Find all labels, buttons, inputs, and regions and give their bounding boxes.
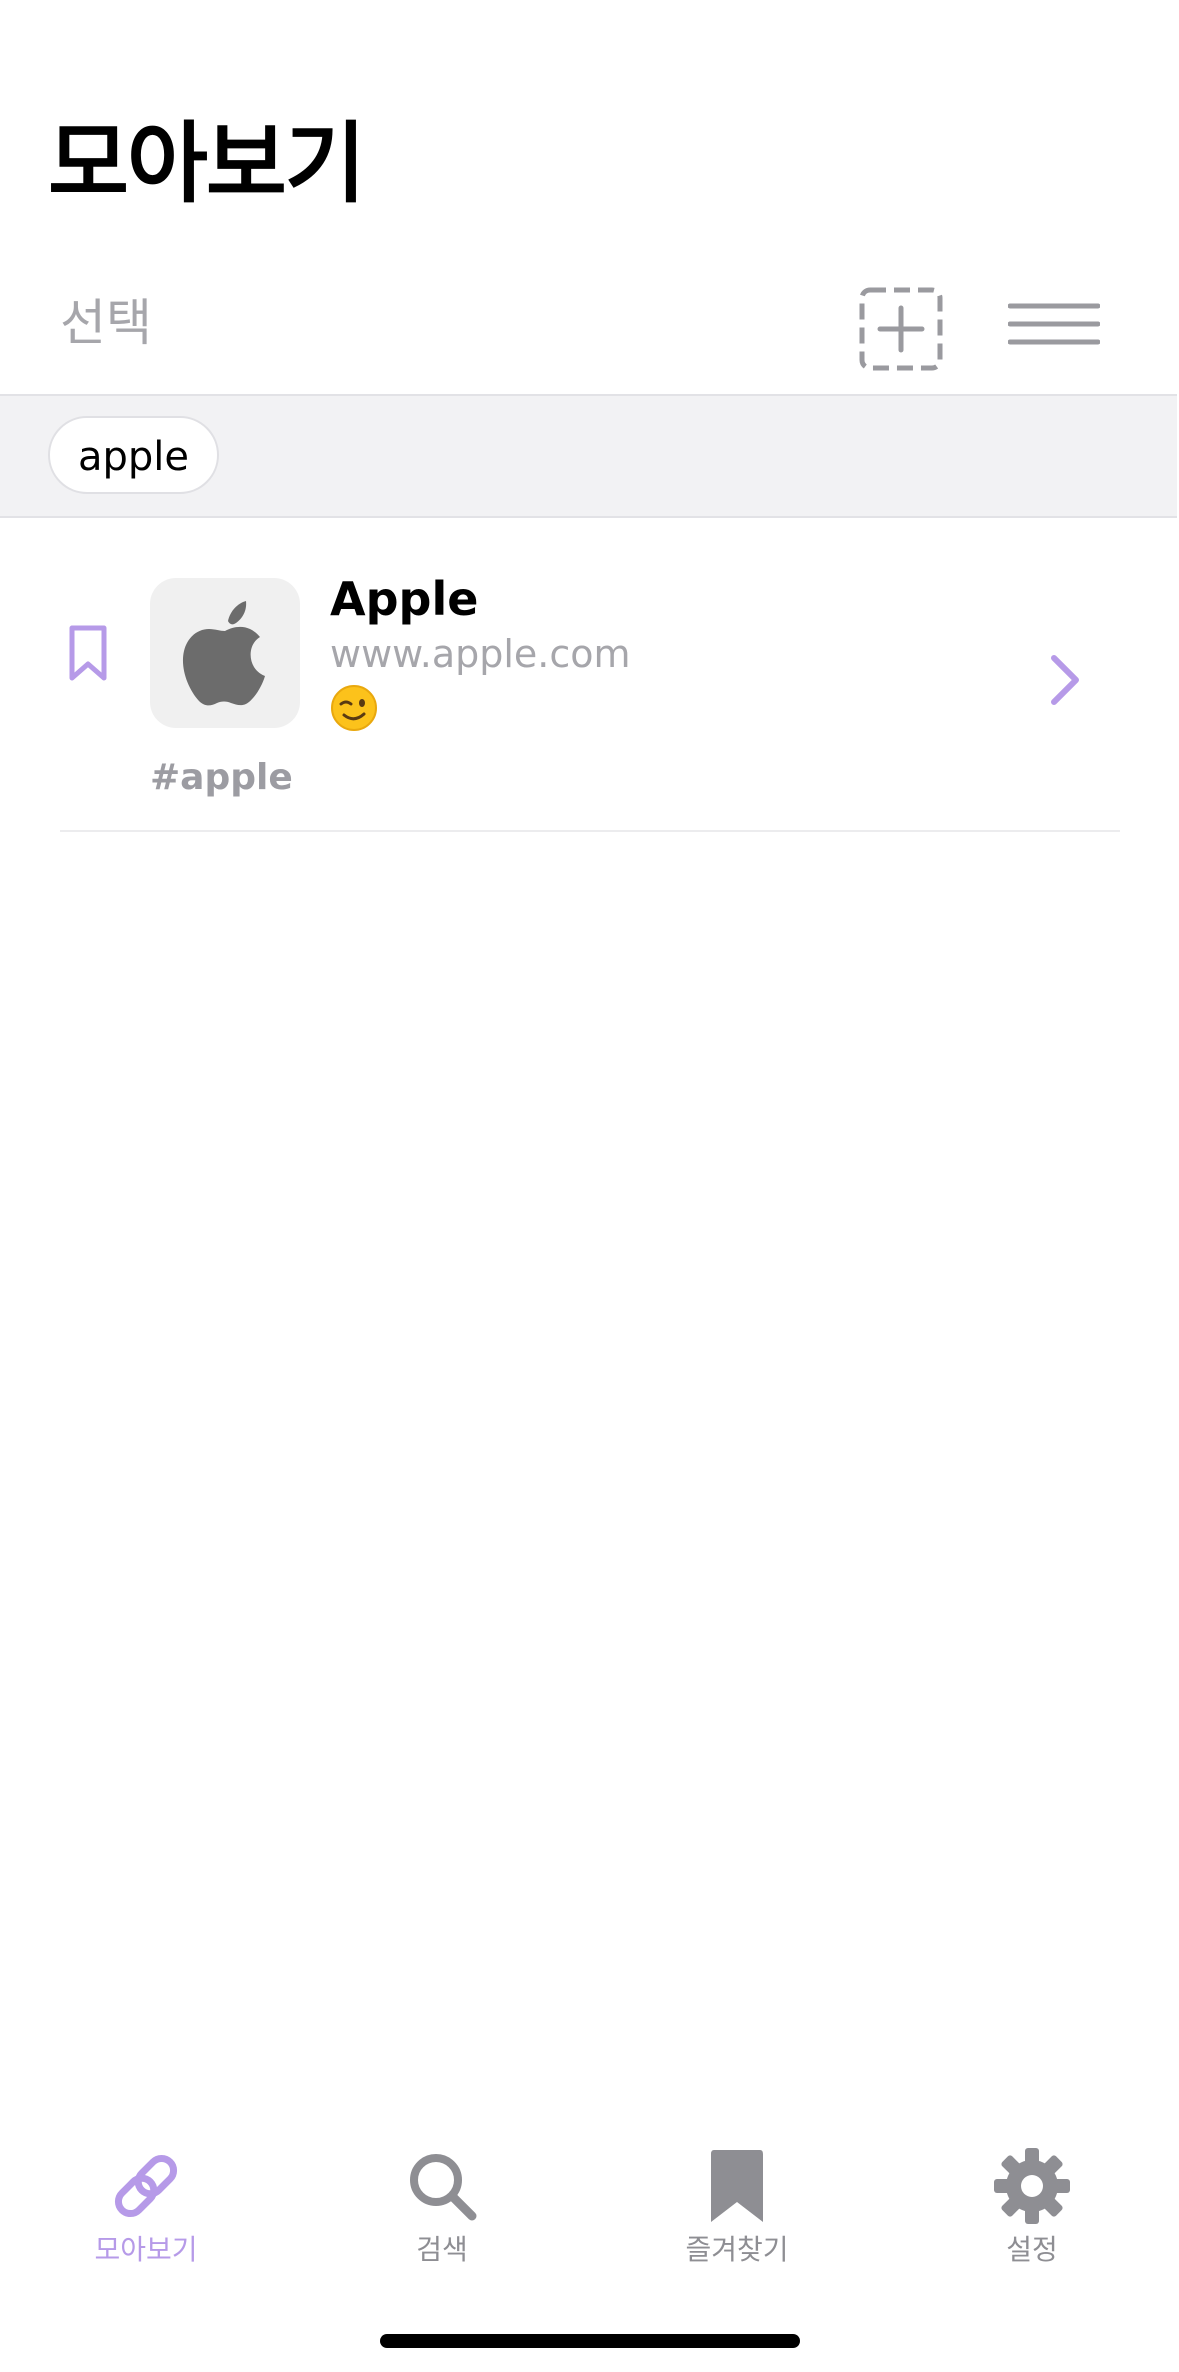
hamburger-menu-icon xyxy=(1007,303,1101,345)
add-bookmark-button[interactable] xyxy=(858,286,944,372)
search-icon xyxy=(402,2146,482,2226)
open-detail-button[interactable] xyxy=(1046,650,1086,710)
tab-favorites[interactable]: 즐겨찾기 xyxy=(617,2120,857,2270)
chevron-right-icon xyxy=(1051,655,1079,705)
site-favicon xyxy=(150,578,300,728)
tab-settings[interactable]: 설정 xyxy=(912,2120,1152,2270)
select-button[interactable]: 선택 xyxy=(60,298,152,348)
row-divider xyxy=(60,830,1120,832)
site-tags: #apple xyxy=(150,757,293,798)
tab-search[interactable]: 검색 xyxy=(322,2120,562,2270)
site-url: www.apple.com xyxy=(330,632,631,676)
dashed-plus-square-icon xyxy=(859,287,943,371)
tag-filter-bar: apple xyxy=(0,394,1177,518)
app-screen: 모아보기 선택 apple Apple www.apple.com #apple… xyxy=(0,0,1179,2372)
gear-icon xyxy=(992,2146,1072,2226)
tab-bar: 모아보기 검색 즐겨찾기 설정 xyxy=(0,2120,1179,2280)
bookmark-outline-icon xyxy=(69,625,107,681)
page-title: 모아보기 xyxy=(48,112,366,215)
tab-label: 즐겨찾기 xyxy=(685,2233,789,2266)
menu-button[interactable] xyxy=(1007,302,1101,356)
home-indicator[interactable] xyxy=(380,2334,800,2348)
tab-collection[interactable]: 모아보기 xyxy=(26,2120,266,2270)
apple-logo-icon xyxy=(182,601,265,706)
bookmark-icon xyxy=(697,2146,777,2226)
tab-label: 검색 xyxy=(416,2233,468,2266)
link-icon xyxy=(106,2146,186,2226)
winking-face-emoji-icon xyxy=(331,685,377,731)
list-item[interactable]: Apple www.apple.com #apple xyxy=(0,516,1179,832)
tag-chip-apple[interactable]: apple xyxy=(48,416,220,494)
site-memo-emoji xyxy=(330,684,378,732)
tab-label: 설정 xyxy=(1006,2233,1058,2266)
tab-label: 모아보기 xyxy=(94,2233,198,2266)
site-title: Apple xyxy=(330,572,479,626)
bookmark-toggle-button[interactable] xyxy=(68,624,108,682)
